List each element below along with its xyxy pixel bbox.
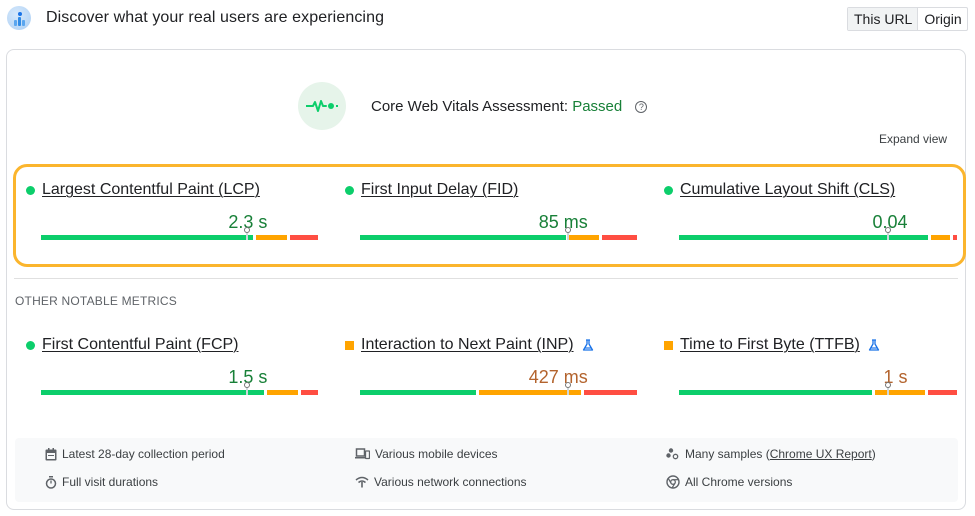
- good-indicator-icon: [26, 340, 35, 350]
- needs-improvement-indicator-icon: [664, 340, 673, 350]
- metric-name-link[interactable]: Cumulative Layout Shift (CLS): [680, 181, 895, 199]
- expand-view-link[interactable]: Expand view: [879, 132, 947, 146]
- scope-this-url-button[interactable]: This URL: [848, 8, 918, 30]
- poor-segment: [952, 235, 957, 240]
- poor-segment: [927, 390, 957, 395]
- distribution-bar: [41, 227, 318, 240]
- info-visit-durations-text: Full visit durations: [62, 475, 159, 489]
- good-segment: [360, 235, 567, 240]
- poor-segment: [602, 235, 637, 240]
- distribution-bar: [360, 382, 637, 395]
- good-indicator-icon: [664, 185, 673, 195]
- assessment-label: Core Web Vitals Assessment:: [371, 97, 573, 115]
- assessment-text: Core Web Vitals Assessment: Passed ?: [371, 97, 648, 115]
- assessment-status: Passed: [572, 97, 623, 115]
- good-segment: [41, 235, 253, 240]
- distribution-bar: [41, 382, 318, 395]
- metric-name-row: First Input Delay (FID): [344, 180, 518, 200]
- poor-segment: [290, 235, 318, 240]
- needs-improvement-segment: [930, 235, 950, 240]
- stopwatch-icon: [45, 475, 57, 489]
- chrome-icon: [666, 475, 680, 489]
- needs-improvement-segment: [569, 235, 600, 240]
- info-collection-period-text: Latest 28-day collection period: [62, 447, 225, 461]
- metric-name-link[interactable]: Interaction to Next Paint (INP): [361, 336, 574, 354]
- poor-segment: [301, 390, 318, 395]
- distribution-bar: [679, 382, 957, 395]
- info-network-text: Various network connections: [374, 475, 527, 489]
- metric-name-row: Cumulative Layout Shift (CLS): [663, 180, 895, 200]
- network-icon: [355, 476, 369, 488]
- percentile-marker: [244, 227, 251, 241]
- info-devices-text: Various mobile devices: [375, 447, 498, 461]
- poor-segment: [584, 390, 637, 395]
- metric-other_metrics-2: Time to First Byte (TTFB) 1 s: [663, 335, 957, 405]
- metric-name-row: Interaction to Next Paint (INP): [344, 335, 594, 355]
- needs-improvement-segment: [255, 235, 288, 240]
- metric-core_metrics-2: Cumulative Layout Shift (CLS) 0.04: [663, 180, 957, 250]
- percentile-marker: [564, 382, 571, 396]
- metric-name-row: Largest Contentful Paint (LCP): [25, 180, 260, 200]
- metric-name-link[interactable]: First Input Delay (FID): [361, 181, 518, 199]
- percentile-marker: [884, 382, 891, 396]
- samples-icon: [666, 448, 679, 460]
- metric-other_metrics-1: Interaction to Next Paint (INP) 427 ms: [344, 335, 637, 405]
- experimental-flask-icon: [868, 339, 880, 351]
- info-network: Various network connections: [355, 475, 527, 489]
- metric-value: 427 ms: [528, 367, 588, 387]
- other-metrics-heading: OTHER NOTABLE METRICS: [15, 294, 177, 308]
- info-devices: Various mobile devices: [355, 447, 498, 461]
- needs-improvement-indicator-icon: [345, 340, 354, 350]
- good-indicator-icon: [345, 185, 354, 195]
- percentile-marker: [244, 382, 251, 396]
- good-indicator-icon: [26, 185, 35, 195]
- info-samples-suffix: ): [871, 447, 876, 461]
- cwv-assessment: Core Web Vitals Assessment: Passed ?: [298, 81, 648, 131]
- info-samples-prefix: Many samples (: [685, 447, 770, 461]
- metric-name-row: First Contentful Paint (FCP): [25, 335, 239, 355]
- good-segment: [41, 390, 264, 395]
- experimental-flask-icon: [582, 339, 593, 351]
- devices-icon: [355, 448, 370, 460]
- top-bar: Discover what your real users are experi…: [0, 0, 975, 38]
- metric-value: 85 ms: [538, 212, 588, 232]
- distribution-bar: [360, 227, 637, 240]
- help-icon[interactable]: ?: [635, 100, 648, 113]
- scope-toggle: This URL Origin: [847, 7, 968, 31]
- metric-other_metrics-0: First Contentful Paint (FCP) 1.5 s: [25, 335, 318, 405]
- vitals-pulse-icon: [298, 82, 346, 130]
- percentile-marker: [884, 227, 891, 241]
- percentile-marker: [564, 227, 571, 241]
- info-collection-period: Latest 28-day collection period: [45, 447, 225, 461]
- info-chrome-versions: All Chrome versions: [666, 475, 792, 489]
- needs-improvement-segment: [266, 390, 299, 395]
- needs-improvement-segment: [874, 390, 925, 395]
- chrome-ux-report-link[interactable]: Chrome UX Report: [770, 447, 872, 461]
- good-segment: [360, 390, 477, 395]
- metric-name-link[interactable]: Time to First Byte (TTFB): [680, 336, 860, 354]
- info-visit-durations: Full visit durations: [45, 475, 158, 489]
- metric-name-link[interactable]: First Contentful Paint (FCP): [42, 336, 239, 354]
- section-divider: [14, 278, 958, 279]
- metric-core_metrics-0: Largest Contentful Paint (LCP) 2.3 s: [25, 180, 318, 250]
- good-segment: [679, 390, 872, 395]
- page-title: Discover what your real users are experi…: [46, 9, 385, 26]
- info-samples: Many samples (Chrome UX Report): [666, 447, 876, 461]
- metric-name-row: Time to First Byte (TTFB): [663, 335, 880, 355]
- scope-origin-button[interactable]: Origin: [917, 8, 966, 30]
- metric-core_metrics-1: First Input Delay (FID) 85 ms: [344, 180, 637, 250]
- info-chrome-versions-text: All Chrome versions: [685, 475, 793, 489]
- crux-logo-icon: [7, 6, 31, 30]
- metric-name-link[interactable]: Largest Contentful Paint (LCP): [42, 181, 260, 199]
- calendar-icon: [45, 447, 57, 460]
- distribution-bar: [679, 227, 957, 240]
